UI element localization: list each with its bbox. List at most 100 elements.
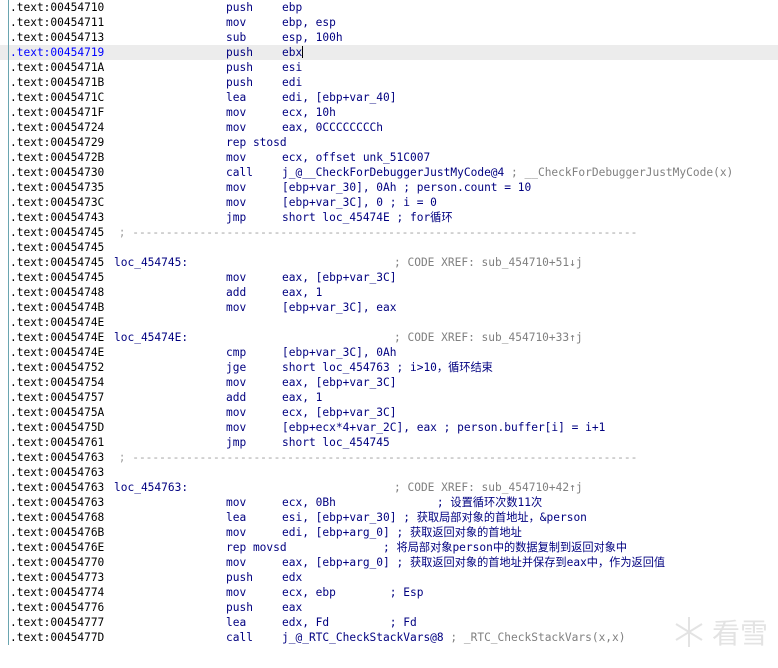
address[interactable]: .text:00454748 [10, 285, 104, 300]
listing-line[interactable]: .text:00454748 add eax, 1 [0, 285, 778, 300]
mnemonic[interactable]: push [226, 600, 253, 615]
listing-line[interactable]: .text:00454729 rep stosd [0, 135, 778, 150]
listing-line[interactable]: .text:00454773 push edx [0, 570, 778, 585]
mnemonic[interactable]: mov [226, 495, 246, 510]
listing-line[interactable]: .text:0045474E [0, 315, 778, 330]
address[interactable]: .text:0045476E [10, 540, 104, 555]
comment[interactable]: ; __CheckForDebuggerJustMyCode(x) [504, 166, 733, 179]
listing-line[interactable]: .text:0045476E rep movsd ; 将局部对象person中的数… [0, 540, 778, 555]
address[interactable]: .text:0045471A [10, 60, 104, 75]
listing-line[interactable]: .text:0045471A push esi [0, 60, 778, 75]
listing-line[interactable]: .text:00454713 sub esp, 100h [0, 30, 778, 45]
operands[interactable]: [ebp+ecx*4+var_2C], eax ; person.buffer[… [282, 420, 605, 435]
operands[interactable]: ecx, ebp ; Esp [282, 585, 423, 600]
operands[interactable]: eax, 0CCCCCCCCh [282, 120, 383, 135]
address[interactable]: .text:0045471F [10, 105, 104, 120]
address[interactable]: .text:0045472B [10, 150, 104, 165]
operands[interactable]: eax, 1 [282, 390, 322, 405]
address[interactable]: .text:00454774 [10, 585, 104, 600]
operands[interactable]: short loc_454763 ; i>10，循环结束 [282, 360, 493, 375]
operands[interactable]: short loc_45474E ; for循环 [282, 210, 453, 225]
listing-line[interactable]: .text:00454743 jmp short loc_45474E ; for循… [0, 210, 778, 225]
operands[interactable]: edx [282, 570, 302, 585]
listing-line[interactable]: .text:00454724 mov eax, 0CCCCCCCCh [0, 120, 778, 135]
address[interactable]: .text:00454719 [10, 45, 104, 60]
mnemonic[interactable]: mov [226, 585, 246, 600]
operands[interactable]: esi, [ebp+var_30] ; 获取局部对象的首地址，&person [282, 510, 587, 525]
listing-line[interactable]: .text:0045475D mov [ebp+ecx*4+var_2C], eax… [0, 420, 778, 435]
mnemonic[interactable]: jmp [226, 210, 246, 225]
operands[interactable]: j_@__CheckForDebuggerJustMyCode@4 ; __Ch… [282, 165, 733, 180]
listing-line[interactable]: .text:00454754 mov eax, [ebp+var_3C] [0, 375, 778, 390]
address[interactable]: .text:00454711 [10, 15, 104, 30]
listing-line[interactable]: .text:00454745 [0, 240, 778, 255]
address[interactable]: .text:0045474B [10, 300, 104, 315]
operands[interactable]: ecx, 10h [282, 105, 336, 120]
listing-line[interactable]: .text:00454770 mov eax, [ebp+arg_0] ; 获取返回… [0, 555, 778, 570]
mnemonic[interactable]: push [226, 570, 253, 585]
listing-line[interactable]: .text:00454730 call j_@__CheckForDebuggerJ… [0, 165, 778, 180]
code-label[interactable]: loc_45474E: [114, 330, 188, 345]
operands[interactable]: j_@_RTC_CheckStackVars@8 ; _RTC_CheckSta… [282, 630, 626, 645]
mnemonic[interactable]: add [226, 390, 246, 405]
address[interactable]: .text:00454763 [10, 450, 104, 465]
listing-line[interactable]: .text:0045471C lea edi, [ebp+var_40] [0, 90, 778, 105]
address[interactable]: .text:00454761 [10, 435, 104, 450]
address[interactable]: .text:00454735 [10, 180, 104, 195]
mnemonic[interactable]: mov [226, 15, 246, 30]
listing-line[interactable]: .text:00454763 loc_454763: ; CODE XREF: su… [0, 480, 778, 495]
operands[interactable]: ecx, offset unk_51C007 [282, 150, 430, 165]
mnemonic[interactable]: push [226, 0, 253, 15]
operands[interactable]: edi, [ebp+arg_0] ; 获取返回对象的首地址 [282, 525, 522, 540]
listing-line[interactable]: .text:00454757 add eax, 1 [0, 390, 778, 405]
operands[interactable]: eax, 1 [282, 285, 322, 300]
listing-line[interactable]: .text:00454745 loc_454745: ; CODE XREF: su… [0, 255, 778, 270]
listing-line[interactable]: .text:0045471B push edi [0, 75, 778, 90]
mnemonic[interactable]: add [226, 285, 246, 300]
mnemonic[interactable]: call [226, 630, 253, 645]
listing-line[interactable]: .text:0045477D call j_@_RTC_CheckStackVars… [0, 630, 778, 645]
disassembly-listing[interactable]: .text:00454710 push ebp .text:00454711 mov eb… [0, 0, 778, 645]
listing-line[interactable]: .text:00454776 push eax [0, 600, 778, 615]
listing-line[interactable]: .text:0045474B mov [ebp+var_3C], eax [0, 300, 778, 315]
comment[interactable]: ; _RTC_CheckStackVars(x,x) [444, 631, 625, 644]
listing-line[interactable]: .text:00454768 lea esi, [ebp+var_30] ; 获取局… [0, 510, 778, 525]
listing-line[interactable]: .text:00454719 push ebx [0, 45, 778, 60]
operands[interactable]: ebp [282, 0, 302, 15]
code-label[interactable]: loc_454745: [114, 255, 188, 270]
mnemonic[interactable]: mov [226, 150, 246, 165]
mnemonic[interactable]: lea [226, 510, 246, 525]
listing-line[interactable]: .text:00454752 jge short loc_454763 ; i>10… [0, 360, 778, 375]
mnemonic[interactable]: mov [226, 270, 246, 285]
listing-line[interactable]: .text:00454735 mov [ebp+var_30], 0Ah ; per… [0, 180, 778, 195]
listing-line[interactable]: .text:00454763 mov ecx, 0Bh ; 设置循环次数11次 [0, 495, 778, 510]
listing-line[interactable]: .text:00454745 ; -----------------------… [0, 225, 778, 240]
operands[interactable]: short loc_454745 [282, 435, 390, 450]
operands[interactable]: [ebp+var_3C], eax [282, 300, 397, 315]
listing-line[interactable]: .text:00454774 mov ecx, ebp ; Esp [0, 585, 778, 600]
listing-line[interactable]: .text:00454710 push ebp [0, 0, 778, 15]
mnemonic[interactable]: lea [226, 615, 246, 630]
listing-line[interactable]: .text:00454777 lea edx, Fd ; Fd [0, 615, 778, 630]
operands[interactable]: [ebp+var_3C], 0 ; i = 0 [282, 195, 437, 210]
address[interactable]: .text:00454768 [10, 510, 104, 525]
mnemonic[interactable]: mov [226, 180, 246, 195]
listing-line[interactable]: .text:00454763 [0, 465, 778, 480]
operands[interactable]: [ebp+var_30], 0Ah ; person.count = 10 [282, 180, 531, 195]
operands[interactable]: esi [282, 60, 302, 75]
address[interactable]: .text:00454754 [10, 375, 104, 390]
mnemonic[interactable]: mov [226, 555, 246, 570]
listing-line[interactable]: .text:0045475A mov ecx, [ebp+var_3C] [0, 405, 778, 420]
address[interactable]: .text:0045475A [10, 405, 104, 420]
operands[interactable]: ebp, esp [282, 15, 336, 30]
address[interactable]: .text:00454724 [10, 120, 104, 135]
listing-line[interactable]: .text:00454711 mov ebp, esp [0, 15, 778, 30]
xref-comment[interactable]: ; CODE XREF: sub_454710+33↑j [394, 330, 583, 345]
listing-line[interactable]: .text:0045474E loc_45474E: ; CODE XREF: su… [0, 330, 778, 345]
xref-comment[interactable]: ; CODE XREF: sub_454710+42↑j [394, 480, 583, 495]
address[interactable]: .text:00454713 [10, 30, 104, 45]
address[interactable]: .text:0045474E [10, 330, 104, 345]
address[interactable]: .text:00454745 [10, 255, 104, 270]
operands[interactable]: ebx [282, 45, 304, 60]
mnemonic[interactable]: mov [226, 405, 246, 420]
